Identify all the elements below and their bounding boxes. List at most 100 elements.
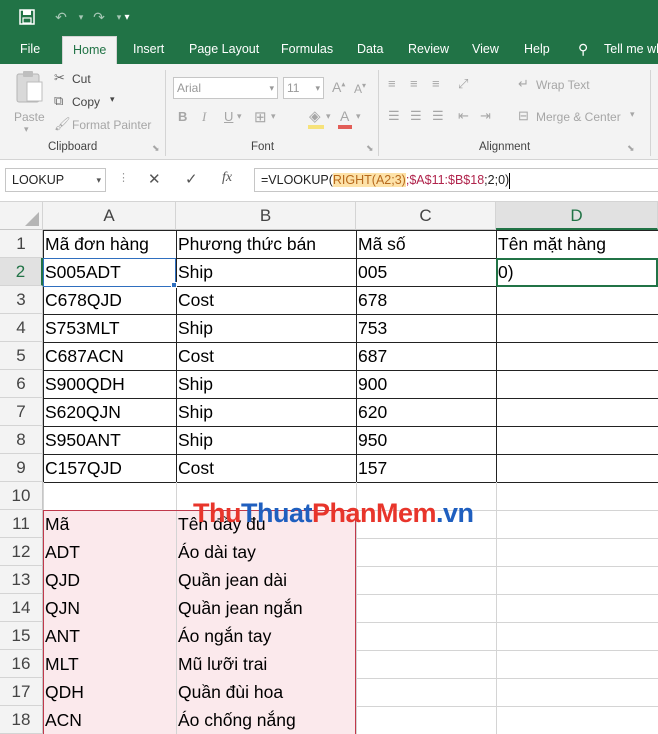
underline-dropdown-icon[interactable]: ▾ [237, 111, 242, 122]
cell-a9[interactable]: C157QJD [43, 454, 176, 482]
orientation-icon[interactable]: ⤢ [458, 76, 468, 92]
italic-button[interactable]: I [202, 109, 206, 125]
cell-a6[interactable]: S900QDH [43, 370, 176, 398]
cell-d10[interactable] [496, 482, 658, 510]
increase-font-icon[interactable]: A▴ [332, 79, 345, 95]
cell-b9[interactable]: Cost [176, 454, 356, 482]
tab-home[interactable]: Home [62, 36, 118, 64]
cell-c6[interactable]: 900 [356, 370, 496, 398]
underline-button[interactable]: U [224, 109, 233, 124]
format-painter-button[interactable]: 🖌 Format Painter [54, 115, 159, 135]
cell-a3[interactable]: C678QJD [43, 286, 176, 314]
cell-d2[interactable]: 0) [496, 258, 658, 286]
cell-d11[interactable] [496, 510, 658, 538]
cell-d6[interactable] [496, 370, 658, 398]
cell-b8[interactable]: Ship [176, 426, 356, 454]
decrease-indent-icon[interactable]: ⇤ [458, 108, 469, 124]
tab-page-layout[interactable]: Page Layout [189, 34, 259, 64]
increase-indent-icon[interactable]: ⇥ [480, 108, 491, 124]
row-header-9[interactable]: 9 [0, 454, 43, 482]
name-box[interactable]: LOOKUP ▾ [5, 168, 106, 192]
bold-button[interactable]: B [178, 109, 187, 124]
tab-help[interactable]: Help [524, 34, 550, 64]
cell-a17[interactable]: QDH [43, 678, 176, 706]
tab-view[interactable]: View [472, 34, 499, 64]
cell-c7[interactable]: 620 [356, 398, 496, 426]
cell-b18[interactable]: Áo chống nắng [176, 706, 356, 734]
font-color-dropdown-icon[interactable]: ▾ [356, 111, 361, 122]
cancel-icon[interactable]: ✕ [148, 170, 161, 188]
redo-icon[interactable]: ↷ [86, 6, 112, 28]
cell-b16[interactable]: Mũ lưỡi trai [176, 650, 356, 678]
column-header-a[interactable]: A [43, 202, 176, 230]
merge-dropdown-icon[interactable]: ▾ [630, 109, 635, 120]
cell-c3[interactable]: 678 [356, 286, 496, 314]
tab-formulas[interactable]: Formulas [281, 34, 333, 64]
fill-handle[interactable] [171, 282, 177, 288]
align-top-icon[interactable]: ≡ [388, 76, 396, 91]
cell-b12[interactable]: Áo dài tay [176, 538, 356, 566]
cell-b17[interactable]: Quần đùi hoa [176, 678, 356, 706]
cell-c18[interactable] [356, 706, 496, 734]
cell-d4[interactable] [496, 314, 658, 342]
row-header-12[interactable]: 12 [0, 538, 43, 566]
row-header-5[interactable]: 5 [0, 342, 43, 370]
cell-d15[interactable] [496, 622, 658, 650]
cell-b15[interactable]: Áo ngắn tay [176, 622, 356, 650]
cell-c12[interactable] [356, 538, 496, 566]
cell-d16[interactable] [496, 650, 658, 678]
cell-b3[interactable]: Cost [176, 286, 356, 314]
font-size-box[interactable]: 11 ▾ [283, 77, 324, 99]
cell-a14[interactable]: QJN [43, 594, 176, 622]
save-icon[interactable] [14, 6, 40, 28]
column-header-b[interactable]: B [176, 202, 356, 230]
cell-a7[interactable]: S620QJN [43, 398, 176, 426]
cell-d5[interactable] [496, 342, 658, 370]
row-header-8[interactable]: 8 [0, 426, 43, 454]
cell-a8[interactable]: S950ANT [43, 426, 176, 454]
cell-a16[interactable]: MLT [43, 650, 176, 678]
tab-file[interactable]: File [20, 34, 40, 64]
cell-a10[interactable] [43, 482, 176, 510]
enter-icon[interactable]: ✓ [185, 170, 198, 188]
row-header-15[interactable]: 15 [0, 622, 43, 650]
align-right-icon[interactable]: ☰ [432, 108, 444, 124]
row-header-4[interactable]: 4 [0, 314, 43, 342]
cell-b6[interactable]: Ship [176, 370, 356, 398]
row-header-18[interactable]: 18 [0, 706, 43, 734]
align-center-icon[interactable]: ☰ [410, 108, 422, 124]
row-header-16[interactable]: 16 [0, 650, 43, 678]
cell-c8[interactable]: 950 [356, 426, 496, 454]
insert-function-icon[interactable]: fx [222, 170, 232, 186]
cell-a18[interactable]: ACN [43, 706, 176, 734]
cell-c1[interactable]: Mã số [356, 230, 496, 258]
cell-a12[interactable]: ADT [43, 538, 176, 566]
column-header-c[interactable]: C [356, 202, 496, 230]
undo-icon[interactable]: ↶ [48, 6, 74, 28]
customize-qat-icon[interactable]: ▾ [120, 6, 134, 28]
cell-c4[interactable]: 753 [356, 314, 496, 342]
cell-b14[interactable]: Quần jean ngắn [176, 594, 356, 622]
cell-b1[interactable]: Phương thức bán [176, 230, 356, 258]
cell-d18[interactable] [496, 706, 658, 734]
cell-c15[interactable] [356, 622, 496, 650]
cell-d8[interactable] [496, 426, 658, 454]
tab-insert[interactable]: Insert [133, 34, 164, 64]
paste-dropdown-icon[interactable]: ▾ [24, 124, 29, 135]
cell-a5[interactable]: C687ACN [43, 342, 176, 370]
copy-dropdown-icon[interactable]: ▾ [110, 94, 115, 105]
cell-d9[interactable] [496, 454, 658, 482]
row-header-3[interactable]: 3 [0, 286, 43, 314]
dialog-launcher-icon[interactable]: ⬊ [152, 143, 160, 154]
copy-button[interactable]: ⧉ Copy ▾ [54, 92, 124, 112]
cell-c13[interactable] [356, 566, 496, 594]
merge-center-button[interactable]: ⊟ Merge & Center ▾ [518, 108, 658, 128]
column-header-d[interactable]: D [496, 202, 658, 230]
fill-dropdown-icon[interactable]: ▾ [326, 111, 331, 122]
dialog-launcher-icon[interactable]: ⬊ [366, 143, 374, 154]
borders-icon[interactable]: ⊞ [254, 108, 267, 126]
cell-d17[interactable] [496, 678, 658, 706]
cell-d14[interactable] [496, 594, 658, 622]
font-name-box[interactable]: Arial ▾ [173, 77, 278, 99]
cell-c16[interactable] [356, 650, 496, 678]
